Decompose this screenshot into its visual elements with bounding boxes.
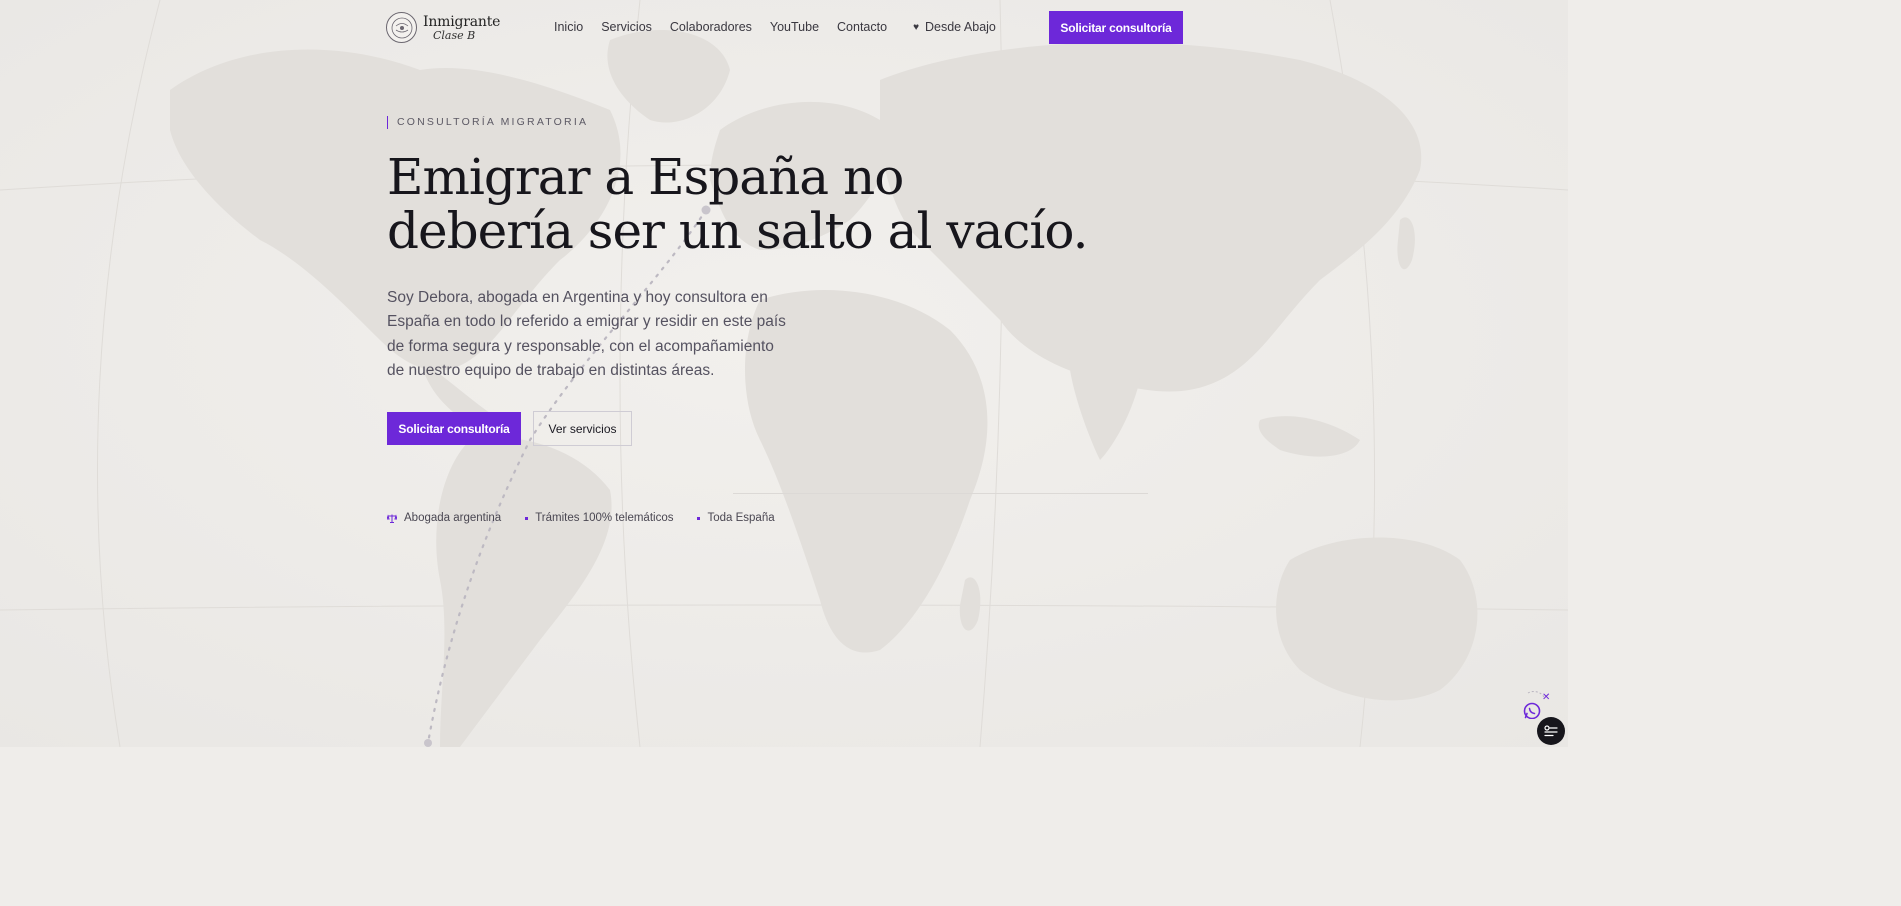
hero-headline: Emigrar a España no debería ser un salto… (387, 148, 1089, 260)
main-nav: Inicio Servicios Colaboradores YouTube C… (554, 20, 996, 34)
header-consultation-button[interactable]: Solicitar consultoría (1049, 11, 1183, 44)
brand-logo[interactable]: Inmigrante Clase B (386, 12, 500, 43)
view-services-button[interactable]: Ver servicios (533, 411, 632, 446)
nav-link-youtube[interactable]: YouTube (770, 20, 819, 34)
hero-features: Abogada argentina Trámites 100% telemáti… (387, 512, 799, 524)
nav-link-desde-abajo[interactable]: ♥ Desde Abajo (913, 20, 996, 34)
feature-label: Toda España (707, 512, 775, 524)
scale-icon (387, 513, 397, 523)
nav-link-inicio[interactable]: Inicio (554, 20, 583, 34)
bullet-dot-icon (697, 516, 701, 520)
heart-icon: ♥ (913, 21, 919, 33)
logo-seal-icon (386, 12, 417, 43)
feature-item: Abogada argentina (387, 512, 501, 524)
brand-subname: Clase B (433, 28, 476, 42)
hero-consultation-button[interactable]: Solicitar consultoría (387, 412, 521, 445)
hero-headline-line-1: Emigrar a España no (387, 148, 904, 206)
hero-headline-line-2: debería ser un salto al vacío. (387, 202, 1089, 260)
hero-divider (733, 493, 1148, 494)
nav-link-colaboradores[interactable]: Colaboradores (670, 20, 752, 34)
nav-link-contacto[interactable]: Contacto (837, 20, 887, 34)
close-icon[interactable]: ✕ (1542, 692, 1550, 703)
nav-link-desde-abajo-label: Desde Abajo (925, 20, 996, 34)
feature-item: Trámites 100% telemáticos (525, 512, 673, 524)
cookie-settings-icon (1544, 725, 1558, 737)
feature-label: Trámites 100% telemáticos (535, 512, 674, 524)
feature-item: Toda España (697, 512, 775, 524)
brand-name: Inmigrante (423, 13, 501, 30)
nav-link-servicios[interactable]: Servicios (601, 20, 652, 34)
hero-description: Soy Debora, abogada en Argentina y hoy c… (387, 289, 786, 379)
bullet-dot-icon (525, 516, 529, 520)
feature-label: Abogada argentina (404, 512, 502, 524)
site-header: Inmigrante Clase B Inicio Servicios Cola… (0, 0, 1568, 56)
cookie-settings-button[interactable] (1537, 717, 1565, 745)
hero-eyebrow: CONSULTORÍA MIGRATORIA (387, 116, 588, 129)
